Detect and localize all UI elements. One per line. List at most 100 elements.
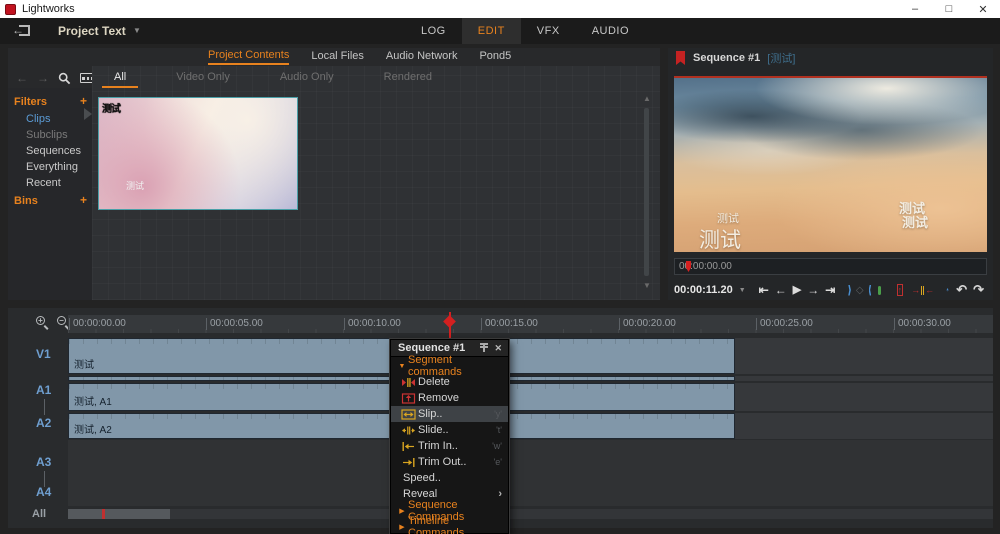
clip-thumbnail[interactable]: 测试 测试 xyxy=(98,97,298,210)
menu-item-remove[interactable]: Remove xyxy=(391,390,508,406)
cue-marker-icon[interactable] xyxy=(878,285,881,295)
menu-item-label: Remove xyxy=(418,392,459,404)
sequence-color-tag-icon xyxy=(676,51,685,65)
trim-in-icon xyxy=(401,441,418,452)
lane-v1-strip xyxy=(68,376,993,381)
tab-vfx[interactable]: VFX xyxy=(521,18,576,44)
subtab-rendered[interactable]: Rendered xyxy=(372,71,444,88)
timecode-dropdown-icon[interactable]: ▼ xyxy=(739,287,746,294)
undo-icon[interactable]: ↶ xyxy=(956,282,967,298)
track-label-a3[interactable]: A3 xyxy=(36,455,51,469)
timeline-horizontal-scrollbar[interactable] xyxy=(68,509,993,519)
clip-overlay-label: 测试 xyxy=(126,181,145,191)
filter-recent[interactable]: Recent xyxy=(26,177,61,189)
track-label-a1[interactable]: A1 xyxy=(36,383,51,397)
scrollbar-track[interactable] xyxy=(644,108,649,276)
ruler-label: 00:00:20.00 xyxy=(619,318,676,330)
search-icon[interactable] xyxy=(58,72,71,85)
timeline-ruler[interactable]: 00:00:00.00 00:00:05.00 00:00:10.00 00:0… xyxy=(68,312,993,344)
filter-clips[interactable]: Clips xyxy=(26,113,50,125)
viewer-subtitle: [测试] xyxy=(767,53,796,65)
menu-item-shortcut: 'e' xyxy=(493,457,502,467)
timeline-context-menu: Sequence #1 ✕ ▼ Segment commands Delete xyxy=(389,338,510,534)
replace-arrow-right: ← xyxy=(925,285,935,295)
mark-out-icon[interactable] xyxy=(868,284,872,296)
tab-audio-network[interactable]: Audio Network xyxy=(386,50,458,64)
subtab-audio-only[interactable]: Audio Only xyxy=(268,71,346,88)
project-name[interactable]: Project Text xyxy=(58,24,126,38)
browser-vertical-scrollbar[interactable]: ▲ ▼ xyxy=(641,94,653,290)
filter-sequences[interactable]: Sequences xyxy=(26,145,81,157)
track-label-a4[interactable]: A4 xyxy=(36,485,51,499)
lane-v1[interactable]: 测试 xyxy=(68,338,993,374)
current-timecode[interactable]: 00:00:11.20 xyxy=(674,284,733,296)
lightworks-logo-icon xyxy=(5,3,16,15)
menu-section-segment-commands[interactable]: ▼ Segment commands xyxy=(391,354,508,378)
tab-local-files[interactable]: Local Files xyxy=(311,50,364,64)
subtab-video-only[interactable]: Video Only xyxy=(164,71,242,88)
back-icon[interactable]: ← xyxy=(16,71,28,85)
room-tabs: LOG EDIT VFX AUDIO xyxy=(405,18,645,44)
redo-icon[interactable]: ↷ xyxy=(973,282,984,298)
scroll-down-icon[interactable]: ▼ xyxy=(643,281,651,290)
add-filter-icon[interactable]: + xyxy=(80,94,87,108)
mark-diamond-icon[interactable]: ◇ xyxy=(856,285,864,296)
section-label: Timeline Commands xyxy=(408,515,465,534)
forward-icon[interactable]: → xyxy=(37,71,49,85)
menu-item-label: Speed.. xyxy=(403,472,441,484)
tab-pond5[interactable]: Pond5 xyxy=(479,50,511,64)
maximize-icon[interactable]: □ xyxy=(932,0,966,18)
menu-section-timeline-commands[interactable]: ▶ Timeline Commands xyxy=(391,515,508,534)
project-dropdown-icon[interactable]: ▼ xyxy=(133,26,141,35)
tab-audio[interactable]: AUDIO xyxy=(576,18,645,44)
exit-project-icon[interactable]: ← xyxy=(12,23,32,38)
ruler-label: 00:00:00.00 xyxy=(69,318,126,330)
scroll-up-icon[interactable]: ▲ xyxy=(643,94,651,103)
step-back-button[interactable]: ← xyxy=(775,283,787,297)
menu-item-label: Trim In.. xyxy=(418,440,458,452)
tab-edit[interactable]: EDIT xyxy=(461,18,521,44)
pin-icon[interactable] xyxy=(479,343,489,353)
zoom-in-icon[interactable]: + xyxy=(35,315,50,330)
context-menu-title: Sequence #1 xyxy=(398,342,466,354)
track-label-column: V1 A1 A2 A3 A4 xyxy=(8,333,68,508)
insert-edit-icon[interactable]: ↑ xyxy=(896,284,904,296)
menu-item-trim-out[interactable]: Trim Out.. 'e' xyxy=(391,454,508,470)
go-to-end-button[interactable]: ⇥ xyxy=(825,283,835,297)
filter-everything[interactable]: Everything xyxy=(26,161,78,173)
tab-project-contents[interactable]: Project Contents xyxy=(208,49,290,65)
play-button[interactable]: ▶ xyxy=(793,283,801,297)
section-open-icon: ▼ xyxy=(398,362,406,370)
menu-item-delete[interactable]: Delete xyxy=(391,374,508,390)
video-preview: 测试 测试 测试 测试 xyxy=(674,76,987,252)
subtab-all[interactable]: All xyxy=(102,71,139,88)
filter-subclips[interactable]: Subclips xyxy=(26,129,68,141)
lane-a1[interactable]: 测试, A1 xyxy=(68,383,993,411)
minimize-icon[interactable]: – xyxy=(898,0,932,18)
replace-edit-icon[interactable]: → ← xyxy=(911,285,934,295)
menu-item-label: Slip.. xyxy=(418,408,443,420)
viewer-scrub-bar[interactable]: 00:00:00.00 xyxy=(674,258,987,275)
track-label-v1[interactable]: V1 xyxy=(36,347,51,361)
preview-overlay-large-left: 测试 xyxy=(699,229,741,252)
lane-a2[interactable]: 测试, A2 xyxy=(68,413,993,439)
menu-item-speed[interactable]: Speed.. xyxy=(391,470,508,486)
tab-log[interactable]: LOG xyxy=(405,18,462,44)
ruler-label: 00:00:05.00 xyxy=(206,318,263,330)
go-to-start-button[interactable]: ⇤ xyxy=(759,283,769,297)
menu-item-trim-in[interactable]: Trim In.. 'w' xyxy=(391,438,508,454)
all-tracks-button[interactable]: All xyxy=(32,508,46,520)
close-icon[interactable]: ✕ xyxy=(966,0,1000,18)
scrollbar-thumb[interactable] xyxy=(68,509,170,519)
menu-item-slide[interactable]: Slide.. 't' xyxy=(391,422,508,438)
step-forward-button[interactable]: → xyxy=(807,283,819,297)
track-label-a2[interactable]: A2 xyxy=(36,416,51,430)
window-titlebar: Lightworks – □ ✕ xyxy=(0,0,1000,18)
voiceover-mic-icon[interactable] xyxy=(946,283,949,297)
menu-close-icon[interactable]: ✕ xyxy=(494,343,502,354)
lane-a3-a4[interactable] xyxy=(68,440,993,506)
mark-in-icon[interactable] xyxy=(848,284,851,296)
exit-arrow: ← xyxy=(12,23,24,37)
add-bin-icon[interactable]: + xyxy=(80,193,87,207)
menu-item-slip[interactable]: Slip.. 'y' xyxy=(391,406,508,422)
